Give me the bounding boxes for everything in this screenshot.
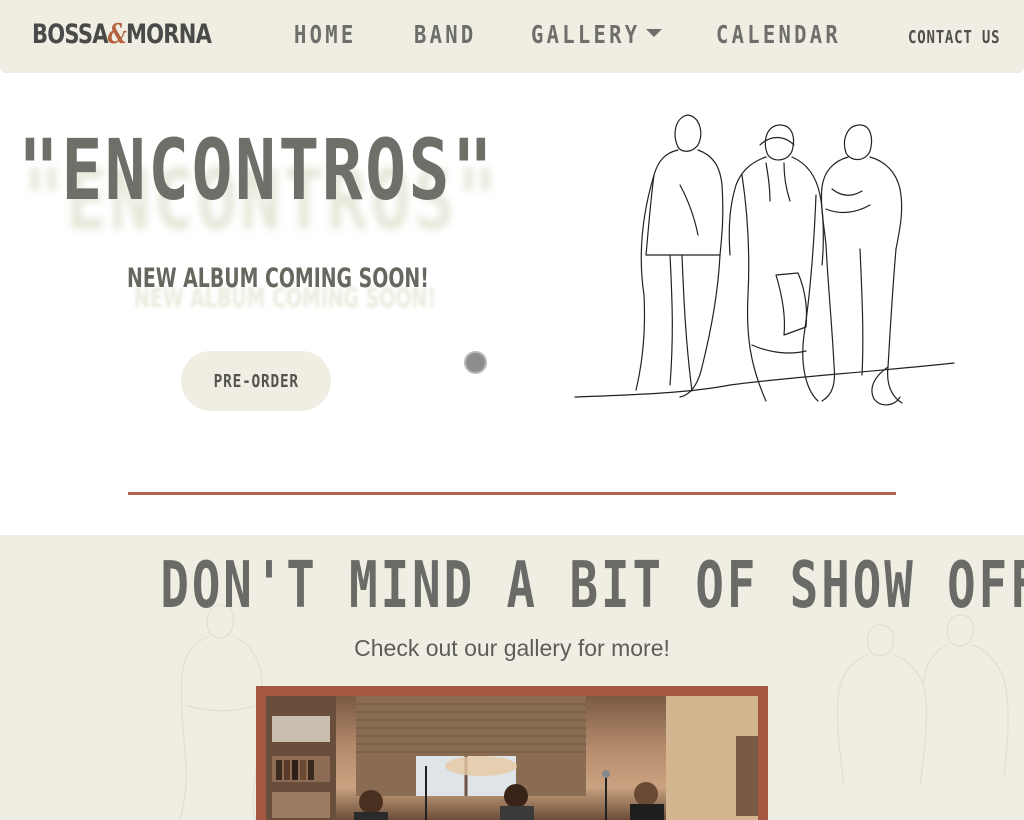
section-divider (128, 492, 896, 495)
brand-logo[interactable]: BOSSA&MORNA (32, 18, 212, 52)
nav-calendar-link[interactable]: CALENDAR (716, 20, 841, 50)
gallery-teaser-section: DON'T MIND A BIT OF SHOW OFF! Check out … (0, 535, 1024, 820)
brand-name-left: BOSSA (32, 19, 109, 50)
caret-down-icon[interactable] (646, 29, 662, 37)
album-title: "ENCONTROS" (18, 121, 496, 219)
show-off-heading: DON'T MIND A BIT OF SHOW OFF! (160, 549, 1024, 623)
band-performance-photo[interactable] (266, 696, 758, 820)
nav-gallery-dropdown[interactable]: GALLERY (531, 20, 640, 50)
album-subtitle: NEW ALBUM COMING SOON! (127, 263, 429, 294)
brand-ampersand: & (107, 19, 127, 50)
pre-order-button[interactable]: PRE-ORDER (181, 351, 331, 411)
gallery-photo-frame[interactable] (256, 686, 768, 820)
carousel-indicator-dot[interactable] (464, 351, 487, 374)
brand-name-right: MORNA (125, 19, 212, 50)
nav-home-link[interactable]: HOME (294, 20, 356, 50)
navbar: BOSSA&MORNA HOME BAND GALLERY CALENDAR C… (0, 0, 1024, 73)
band-line-drawing-icon (574, 114, 955, 406)
pre-order-label: PRE-ORDER (213, 370, 299, 392)
band-photo-image (266, 696, 758, 820)
contact-us-link[interactable]: CONTACT US (908, 27, 1000, 49)
nav-band-link[interactable]: BAND (414, 20, 476, 50)
gallery-prompt-text: Check out our gallery for more! (354, 635, 670, 661)
